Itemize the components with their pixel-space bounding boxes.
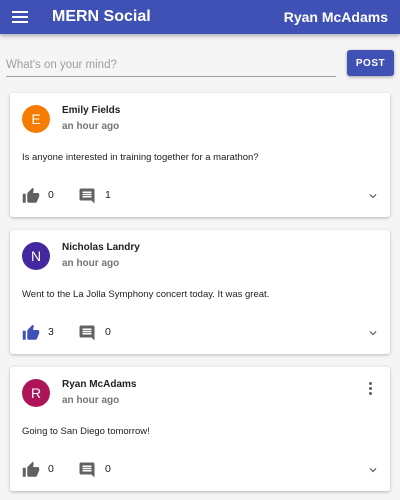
- post-composer: POST: [6, 48, 394, 78]
- post-author[interactable]: Ryan McAdams: [62, 379, 136, 390]
- more-vert-icon[interactable]: [366, 381, 376, 397]
- comment-count: 0: [105, 326, 111, 338]
- post-text: Is anyone interested in training togethe…: [22, 152, 259, 163]
- current-user-name[interactable]: Ryan McAdams: [284, 9, 388, 25]
- post-card: E Emily Fields an hour ago Is anyone int…: [10, 93, 390, 217]
- comment-icon[interactable]: [78, 187, 96, 205]
- avatar: R: [22, 379, 50, 407]
- thumb-up-icon[interactable]: [22, 187, 40, 205]
- chevron-down-icon[interactable]: [366, 463, 380, 477]
- post-text: Going to San Diego tomorrow!: [22, 426, 150, 437]
- post-text: Went to the La Jolla Symphony concert to…: [22, 289, 270, 300]
- post-card: N Nicholas Landry an hour ago Went to th…: [10, 230, 390, 354]
- comment-icon[interactable]: [78, 461, 96, 479]
- chevron-down-icon[interactable]: [366, 189, 380, 203]
- app-bar: MERN Social Ryan McAdams: [0, 0, 400, 34]
- avatar: E: [22, 105, 50, 133]
- comment-count: 0: [105, 463, 111, 475]
- post-time: an hour ago: [62, 121, 120, 132]
- comment-count: 1: [105, 189, 111, 201]
- app-title[interactable]: MERN Social: [52, 8, 151, 26]
- post-time: an hour ago: [62, 258, 120, 269]
- like-count: 0: [48, 189, 54, 201]
- post-author[interactable]: Emily Fields: [62, 105, 120, 116]
- menu-icon[interactable]: [12, 10, 32, 24]
- thumb-up-icon[interactable]: [22, 461, 40, 479]
- thumb-up-icon[interactable]: [22, 324, 40, 342]
- post-card: R Ryan McAdams an hour ago Going to San …: [10, 367, 390, 491]
- chevron-down-icon[interactable]: [366, 326, 380, 340]
- post-time: an hour ago: [62, 395, 120, 406]
- post-author[interactable]: Nicholas Landry: [62, 242, 140, 253]
- like-count: 3: [48, 326, 54, 338]
- like-count: 0: [48, 463, 54, 475]
- avatar: N: [22, 242, 50, 270]
- post-button[interactable]: POST: [347, 50, 394, 76]
- new-post-input[interactable]: [6, 54, 336, 77]
- comment-icon[interactable]: [78, 324, 96, 342]
